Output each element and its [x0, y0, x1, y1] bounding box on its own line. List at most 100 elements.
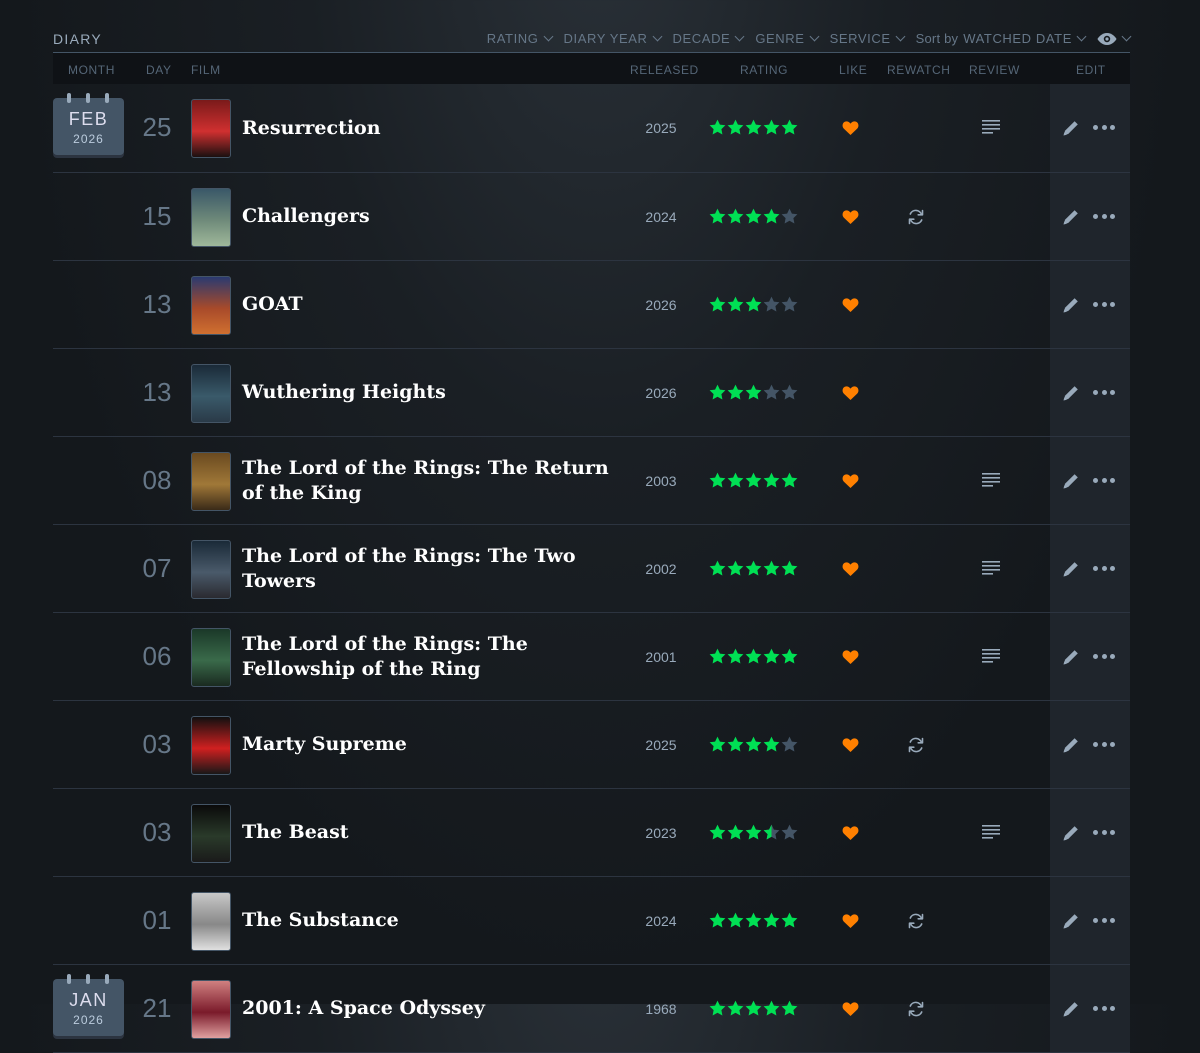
review-icon[interactable] [982, 472, 1000, 487]
film-poster[interactable] [191, 363, 231, 423]
day-number[interactable]: 21 [137, 993, 177, 1024]
day-number[interactable]: 06 [137, 641, 177, 672]
film-poster[interactable] [191, 891, 231, 951]
release-year[interactable]: 2003 [633, 473, 689, 489]
more-options-icon[interactable] [1093, 829, 1115, 836]
filter-decade[interactable]: DECADE [672, 31, 745, 46]
filter-genre[interactable]: GENRE [755, 31, 820, 46]
film-poster[interactable] [191, 451, 231, 511]
film-title[interactable]: The Lord of the Rings: The Return of the… [242, 437, 627, 524]
more-options-icon[interactable] [1093, 125, 1115, 131]
release-year[interactable]: 2024 [633, 913, 689, 929]
film-title[interactable]: The Lord of the Rings: The Two Towers [242, 525, 627, 612]
film-poster[interactable] [191, 715, 231, 775]
pencil-icon[interactable] [1061, 647, 1081, 667]
pencil-icon[interactable] [1061, 295, 1081, 315]
film-title[interactable]: Challengers [242, 173, 627, 260]
star-icon [727, 119, 744, 135]
release-year[interactable]: 2025 [633, 120, 689, 136]
review-icon[interactable] [982, 824, 1000, 839]
film-title[interactable]: The Substance [242, 877, 627, 964]
more-options-icon[interactable] [1093, 741, 1115, 748]
filter-service[interactable]: SERVICE [830, 31, 906, 46]
film-poster[interactable] [191, 539, 231, 599]
release-year[interactable]: 2001 [633, 649, 689, 665]
day-number[interactable]: 13 [137, 289, 177, 320]
film-title[interactable]: 2001: A Space Odyssey [242, 965, 627, 1052]
filter-diary-year[interactable]: DIARY YEAR [564, 31, 662, 46]
more-options-icon[interactable] [1093, 301, 1115, 308]
more-options-icon[interactable] [1093, 565, 1115, 572]
star-icon [781, 648, 798, 663]
heart-icon [842, 121, 859, 135]
pencil-icon[interactable] [1061, 118, 1081, 138]
star-icon [745, 912, 762, 927]
release-year[interactable]: 2024 [633, 209, 689, 225]
film-title[interactable]: Wuthering Heights [242, 349, 627, 436]
release-year[interactable]: 2023 [633, 825, 689, 841]
release-year[interactable]: 2026 [633, 297, 689, 313]
calendar-month: JAN [69, 989, 108, 1010]
calendar-month: FEB [68, 109, 109, 129]
more-options-icon[interactable] [1093, 917, 1115, 924]
rewatch-icon [908, 737, 924, 752]
pencil-icon[interactable] [1061, 735, 1081, 755]
film-poster[interactable] [191, 979, 231, 1039]
day-number[interactable]: 01 [137, 905, 177, 936]
sort-dropdown[interactable]: Sort by WATCHED DATE [916, 31, 1087, 46]
star-icon [709, 912, 726, 927]
review-icon[interactable] [982, 560, 1000, 575]
review-icon[interactable] [982, 120, 1000, 134]
day-number[interactable]: 15 [137, 201, 177, 232]
film-poster[interactable] [191, 627, 231, 687]
film-poster[interactable] [191, 803, 231, 863]
release-year[interactable]: 2025 [633, 737, 689, 753]
pencil-icon[interactable] [1061, 559, 1081, 579]
more-options-icon[interactable] [1093, 389, 1115, 396]
film-title-text: The Lord of the Rings: The Two Towers [242, 544, 576, 592]
more-options-icon[interactable] [1093, 477, 1115, 484]
rewatch-icon [908, 913, 924, 928]
day-number[interactable]: 25 [137, 112, 177, 143]
film-title[interactable]: Resurrection [242, 84, 627, 172]
release-year[interactable]: 2002 [633, 561, 689, 577]
table-row: 01 The Substance 2024 [53, 877, 1130, 965]
calendar-ring [105, 93, 109, 103]
visibility-toggle[interactable] [1097, 31, 1132, 46]
film-poster[interactable] [191, 187, 231, 247]
more-options-icon[interactable] [1093, 1005, 1115, 1012]
day-number[interactable]: 07 [137, 553, 177, 584]
pencil-icon[interactable] [1061, 383, 1081, 403]
more-options-icon[interactable] [1093, 653, 1115, 660]
film-title[interactable]: GOAT [242, 261, 627, 348]
day-number[interactable]: 13 [137, 377, 177, 408]
pencil-icon[interactable] [1061, 911, 1081, 931]
film-title-text: The Beast [242, 821, 349, 843]
day-number[interactable]: 08 [137, 465, 177, 496]
pencil-icon[interactable] [1061, 471, 1081, 491]
table-row: 03 Marty Supreme 2025 [53, 701, 1130, 789]
filter-label: DECADE [672, 31, 731, 46]
star-icon [781, 472, 798, 487]
filter-rating[interactable]: RATING [487, 31, 553, 46]
pencil-icon[interactable] [1061, 207, 1081, 227]
rewatch-icon [908, 1001, 924, 1016]
review-icon[interactable] [982, 648, 1000, 663]
film-title-text: Marty Supreme [242, 733, 407, 755]
film-poster[interactable] [191, 99, 231, 158]
day-number[interactable]: 03 [137, 817, 177, 848]
heart-icon [842, 913, 859, 928]
film-title[interactable]: The Beast [242, 789, 627, 876]
film-title[interactable]: Marty Supreme [242, 701, 627, 788]
film-poster[interactable] [191, 275, 231, 335]
film-title[interactable]: The Lord of the Rings: The Fellowship of… [242, 613, 627, 700]
star-icon [727, 1000, 744, 1015]
star-icon [709, 296, 726, 311]
more-options-icon[interactable] [1093, 213, 1115, 220]
pencil-icon[interactable] [1061, 823, 1081, 843]
release-year[interactable]: 2026 [633, 385, 689, 401]
release-year[interactable]: 1968 [633, 1001, 689, 1017]
column-like: LIKE [839, 63, 868, 77]
pencil-icon[interactable] [1061, 999, 1081, 1019]
day-number[interactable]: 03 [137, 729, 177, 760]
